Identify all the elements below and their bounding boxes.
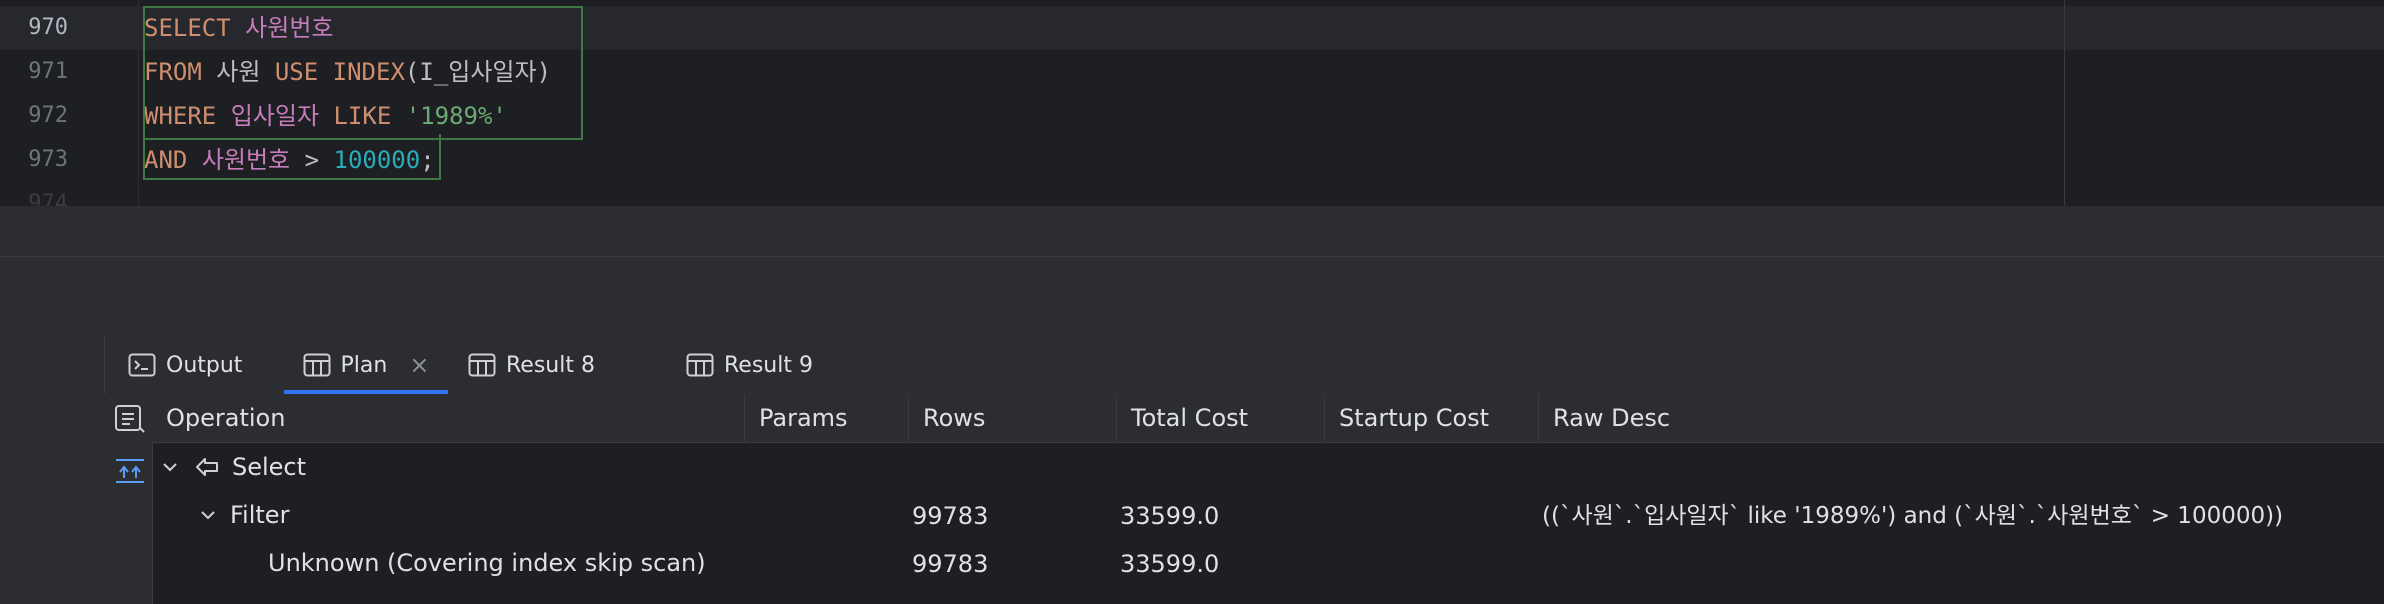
table-icon <box>468 353 496 377</box>
chevron-down-icon[interactable] <box>160 457 180 477</box>
operation-cell: Select <box>232 453 307 481</box>
string-token: '1989%' <box>405 102 507 130</box>
close-icon[interactable]: × <box>409 351 429 379</box>
identifier-token: 사원번호 <box>201 146 291 174</box>
tab-result-8-label: Result 8 <box>506 352 595 378</box>
rows-cell: 99783 <box>912 502 989 530</box>
keyword-token: SELECT <box>144 14 231 42</box>
semicolon-token: ; <box>420 146 435 174</box>
keyword-token: LIKE <box>333 102 392 130</box>
index-token: (I_입사일자) <box>404 58 552 86</box>
column-header-raw-desc[interactable]: Raw Desc <box>1538 394 2384 442</box>
operation-cell: Filter <box>230 501 290 529</box>
column-header-startup-cost[interactable]: Startup Cost <box>1324 394 1538 442</box>
expand-all-icon[interactable] <box>114 456 146 490</box>
right-margin-guide <box>2064 0 2065 206</box>
code-text[interactable]: FROM 사원 USE INDEX(I_입사일자) <box>144 50 551 94</box>
code-text[interactable]: SELECT 사원번호 <box>144 6 333 50</box>
plan-header-row: Operation Params Rows Total Cost Startup… <box>152 394 2384 443</box>
operator-token: > <box>290 146 334 174</box>
code-line-972[interactable]: 972 WHERE 입사일자 LIKE '1989%' <box>0 94 2384 138</box>
tab-result-9-label: Result 9 <box>724 352 813 378</box>
code-line-971[interactable]: 971 FROM 사원 USE INDEX(I_입사일자) <box>0 50 2384 94</box>
arrow-left-icon <box>196 458 218 476</box>
chevron-down-icon[interactable] <box>198 505 218 525</box>
table-icon <box>303 353 331 377</box>
operation-cell: Unknown (Covering index skip scan) <box>268 549 706 577</box>
console-icon <box>128 353 156 377</box>
tab-plan[interactable]: Plan × <box>284 336 448 394</box>
line-number: 974 <box>28 191 68 206</box>
keyword-token: USE INDEX <box>274 58 405 86</box>
table-token: 사원 <box>201 58 275 86</box>
total-cost-cell: 33599.0 <box>1120 550 1220 578</box>
keyword-token: WHERE <box>144 102 217 130</box>
code-text[interactable]: WHERE 입사일자 LIKE '1989%' <box>144 94 507 138</box>
result-tabs: Output Plan × Result 8 Result 9 <box>104 336 2384 395</box>
code-text[interactable]: AND 사원번호 > 100000; <box>144 138 435 182</box>
line-number: 970 <box>28 15 68 40</box>
code-line-974[interactable]: 974 <box>0 182 2384 206</box>
column-header-params[interactable]: Params <box>744 394 908 442</box>
line-number: 972 <box>28 103 68 128</box>
tab-output-label: Output <box>166 352 243 378</box>
number-token: 100000 <box>333 146 421 174</box>
raw-desc-cell: ((`사원`.`입사일자` like '1989%') and (`사원`.`사… <box>1542 503 2284 529</box>
code-line-973[interactable]: 973 AND 사원번호 > 100000; <box>0 138 2384 182</box>
table-icon <box>686 353 714 377</box>
column-header-total-cost[interactable]: Total Cost <box>1116 394 1324 442</box>
identifier-token: 사원번호 <box>245 14 334 42</box>
total-cost-cell: 33599.0 <box>1120 502 1220 530</box>
rows-cell: 99783 <box>912 550 989 578</box>
tab-result-8[interactable]: Result 8 <box>468 336 595 394</box>
panel-tool-strip <box>0 336 105 604</box>
editor-panel-splitter[interactable] <box>0 206 2384 337</box>
empty-toolbar-area <box>0 256 2384 337</box>
column-header-operation[interactable]: Operation <box>152 394 744 442</box>
tab-plan-label: Plan <box>340 352 388 378</box>
identifier-token: 입사일자 <box>230 102 320 130</box>
tab-output[interactable]: Output <box>128 336 242 394</box>
line-number: 973 <box>28 147 68 172</box>
line-number: 971 <box>28 59 68 84</box>
keyword-token: FROM <box>144 58 202 86</box>
view-as-text-icon[interactable] <box>114 404 146 438</box>
keyword-token: AND <box>144 146 188 174</box>
tab-result-9[interactable]: Result 9 <box>686 336 813 394</box>
column-header-rows[interactable]: Rows <box>908 394 1116 442</box>
code-editor[interactable]: 970 SELECT 사원번호 971 FROM 사원 USE INDEX(I_… <box>0 0 2384 206</box>
code-line-970[interactable]: 970 SELECT 사원번호 <box>0 6 2384 50</box>
